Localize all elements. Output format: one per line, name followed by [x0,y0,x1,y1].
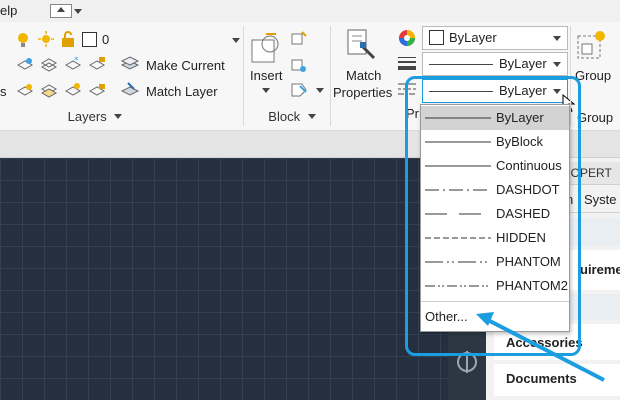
bulb-icon [18,33,28,47]
lineweight-combo-value: ByLayer [499,56,547,71]
chevron-down-icon [553,36,561,41]
layer-tool-row-1: * [16,55,140,75]
ribbon-left-fragment: s [0,84,7,99]
panel-divider [243,26,244,126]
color-swatch-icon [82,32,97,47]
lineweight-icon [398,57,416,70]
panel-divider [330,26,331,126]
color-combo-value: ByLayer [449,30,497,45]
layer-tool-row-2 [16,81,140,101]
layer-thaw-icon[interactable] [64,81,82,99]
block-panel-label: Block [268,109,301,124]
layer-combo[interactable]: 0 [16,30,242,50]
color-wheel-icon [399,30,415,46]
palette-tab-2[interactable]: Syste [584,192,617,207]
menu-bar: elp [0,0,620,22]
layer-lock-icon[interactable] [88,55,106,73]
match-layer-icon[interactable] [120,81,140,99]
insert-block-icon[interactable] [248,30,284,68]
layer-name: 0 [102,32,110,47]
create-block-icon[interactable] [290,30,308,48]
layer-isolate-icon[interactable] [40,55,58,73]
group-button[interactable]: Group [575,68,611,83]
layer-freeze-icon[interactable]: * [64,55,82,73]
help-menu[interactable]: elp [0,3,17,18]
chevron-down-icon [232,38,240,43]
annotation-arrow-icon [476,312,605,382]
drawing-canvas[interactable] [0,158,470,400]
layers-panel-label: Layers [67,109,107,124]
layer-unisolate-icon[interactable] [40,81,58,99]
layer-unlock-icon[interactable] [88,81,106,99]
make-current-icon[interactable] [120,55,140,73]
chevron-down-icon[interactable] [316,88,324,93]
chevron-down-icon[interactable] [74,9,82,14]
workspace-icon[interactable] [50,4,72,18]
group-icon[interactable] [574,28,608,62]
match-layer-button[interactable]: Match Layer [146,84,218,99]
make-current-button[interactable]: Make Current [146,58,225,73]
chevron-down-icon [114,114,123,119]
svg-text:*: * [74,56,79,66]
edit-attributes-icon[interactable] [290,80,308,98]
lineweight-combo[interactable]: ByLayer [422,52,568,76]
line-sample [429,64,493,65]
group-panel-label: Group [577,110,614,125]
lock-icon [62,31,74,47]
match-properties-icon[interactable] [344,28,378,62]
edit-block-icon[interactable] [290,56,308,74]
chevron-down-icon [553,62,561,67]
requirements-label: uireme [580,262,620,277]
color-combo[interactable]: ByLayer [422,26,568,50]
chevron-down-icon[interactable] [262,88,270,93]
layer-off-icon[interactable] [16,55,34,73]
sun-icon [38,31,54,47]
layers-panel-title[interactable]: Layers [50,106,140,128]
chevron-down-icon [307,114,316,119]
color-swatch-icon [429,30,444,45]
block-panel-title[interactable]: Block [252,106,332,128]
match-properties-label-2[interactable]: Properties [333,85,392,100]
match-properties-label-1[interactable]: Match [346,68,381,83]
layer-on-icon[interactable] [16,81,34,99]
insert-button[interactable]: Insert [250,68,283,83]
